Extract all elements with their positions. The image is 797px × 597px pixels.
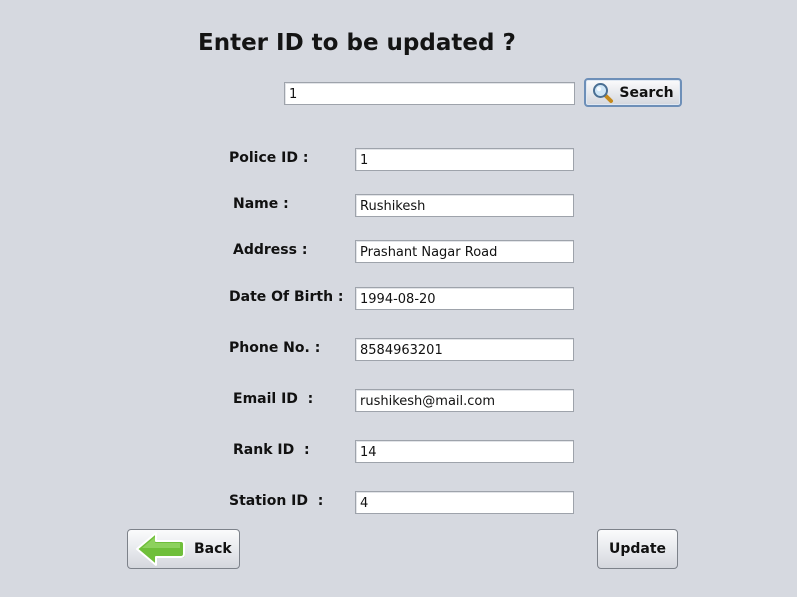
address-label: Address : xyxy=(233,242,308,258)
page-heading: Enter ID to be updated ? xyxy=(198,30,516,56)
magnifier-icon xyxy=(592,82,614,104)
station-id-field[interactable] xyxy=(355,491,574,514)
search-id-input[interactable] xyxy=(284,82,575,105)
date-of-birth-label: Date Of Birth : xyxy=(229,289,344,305)
rank-id-label: Rank ID : xyxy=(233,442,310,458)
email-field[interactable] xyxy=(355,389,574,412)
police-id-field[interactable] xyxy=(355,148,574,171)
email-label: Email ID : xyxy=(233,391,314,407)
update-button-label: Update xyxy=(608,541,667,557)
rank-id-field[interactable] xyxy=(355,440,574,463)
search-button-label: Search xyxy=(619,84,674,101)
date-of-birth-field[interactable] xyxy=(355,287,574,310)
address-field[interactable] xyxy=(355,240,574,263)
arrow-left-icon xyxy=(134,529,186,569)
station-id-label: Station ID : xyxy=(229,493,324,509)
police-id-label: Police ID : xyxy=(229,150,309,166)
back-button[interactable]: Back xyxy=(127,529,240,569)
phone-label: Phone No. : xyxy=(229,340,321,356)
name-field[interactable] xyxy=(355,194,574,217)
name-label: Name : xyxy=(233,196,289,212)
update-button[interactable]: Update xyxy=(597,529,678,569)
back-button-label: Back xyxy=(194,541,232,557)
search-button[interactable]: Search xyxy=(584,78,682,107)
phone-field[interactable] xyxy=(355,338,574,361)
